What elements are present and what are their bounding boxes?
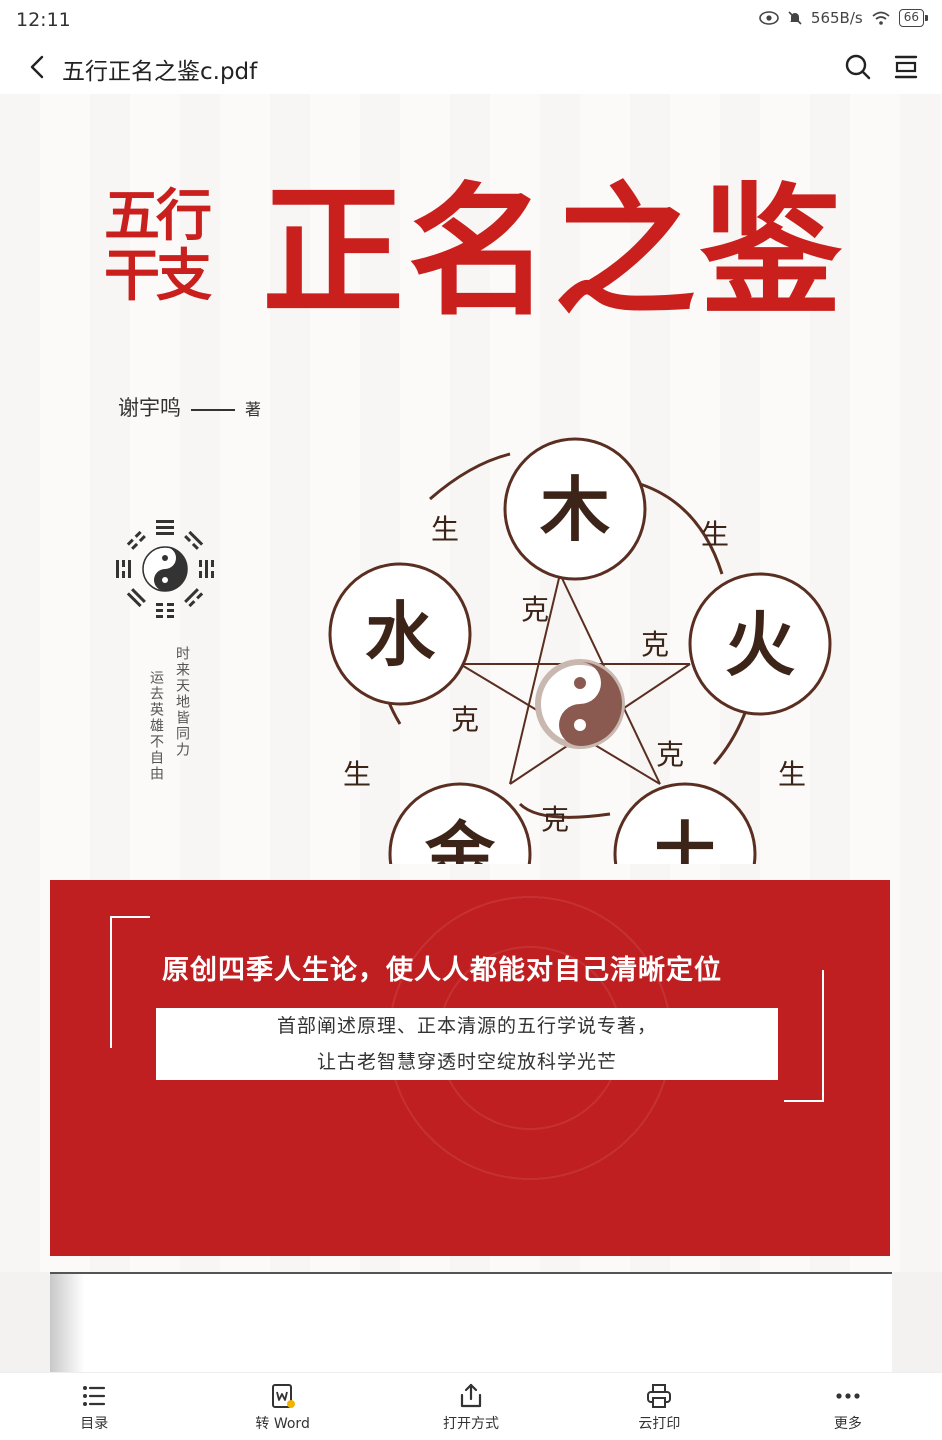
battery-indicator: 66: [898, 9, 929, 27]
band-tagline-1: 首部阐述原理、正本清源的五行学说专著，: [276, 1015, 657, 1037]
band-tagline-2: 让古老智慧穿透时空绽放科学光芒: [316, 1051, 617, 1073]
bracket-right: [784, 970, 824, 1102]
five-elements-diagram: 木 火 土 金 水 生 生 生 生 生 克 克 克 克 克: [328, 437, 832, 864]
element-metal: 金: [424, 813, 496, 864]
cover-title: 正名之鉴: [262, 169, 846, 335]
toc-label: 目录: [80, 1416, 109, 1432]
band-tagline-box: 首部阐述原理、正本清源的五行学说专著， 让古老智慧穿透时空绽放科学光芒: [156, 1008, 778, 1080]
element-wood: 木: [540, 468, 610, 551]
cover-subtitle: 五行 干支: [104, 186, 244, 306]
bagua-yinyang-icon: [116, 520, 214, 618]
word-convert-icon: [271, 1384, 295, 1408]
top-bar: 五行正名之鉴c.pdf: [0, 40, 942, 94]
back-icon[interactable]: [24, 52, 52, 82]
sheng-label-3: 生: [778, 758, 806, 791]
vertical-poem-2: 运去英雄不自由: [148, 670, 164, 782]
sheng-label-2: 生: [701, 518, 729, 551]
vertical-poem-1: 时来天地皆同力: [174, 646, 190, 758]
element-fire: 火: [725, 603, 795, 686]
sheng-label-1: 生: [431, 513, 459, 546]
yinyang-icon: [535, 659, 625, 749]
sheng-label-4: 生: [343, 758, 371, 791]
more-label: 更多: [833, 1416, 862, 1432]
page-layout-icon[interactable]: [892, 53, 920, 81]
toc-button[interactable]: 目录: [0, 1373, 188, 1440]
cloud-print-label: 云打印: [638, 1416, 681, 1432]
document-title: 五行正名之鉴c.pdf: [62, 59, 258, 85]
bracket-left: [110, 916, 150, 1048]
cover-subtitle-line1: 五行: [104, 183, 212, 249]
band-headline: 原创四季人生论，使人人都能对自己清晰定位: [162, 955, 722, 986]
ke-label-2: 克: [641, 628, 669, 661]
convert-word-button[interactable]: 转 Word: [188, 1373, 376, 1440]
ke-label-5: 克: [541, 803, 569, 836]
status-icons: 565B/s 66: [759, 9, 929, 27]
open-with-label: 打开方式: [443, 1416, 500, 1432]
element-water: 水: [365, 593, 436, 676]
pdf-page: 五行 干支 正名之鉴 谢宇鸣著 时来天地皆同力 运去英雄不自由 木 火 土 金 …: [0, 94, 942, 1272]
status-time: 12:11: [16, 9, 71, 31]
author-dash: [191, 408, 235, 411]
ke-label-1: 克: [521, 593, 549, 626]
status-bar: 12:11 565B/s 66: [0, 0, 942, 40]
eye-icon: [759, 11, 779, 25]
convert-word-label: 转 Word: [255, 1416, 310, 1432]
next-pdf-page: [50, 1272, 892, 1372]
cloud-print-button[interactable]: 云打印: [565, 1373, 753, 1440]
wifi-icon: [872, 11, 890, 25]
bottom-toolbar: 目录 转 Word 打开方式 云打印 更多: [0, 1372, 942, 1440]
search-icon[interactable]: [844, 53, 872, 81]
more-icon: [836, 1393, 860, 1399]
element-earth: 土: [650, 813, 720, 864]
mute-bell-icon: [788, 11, 802, 25]
ke-label-4: 克: [656, 738, 684, 771]
sheng-arc-water-wood: [429, 452, 511, 501]
cover-subtitle-line2: 干支: [104, 243, 212, 309]
author-name: 谢宇鸣: [118, 396, 181, 420]
more-button[interactable]: 更多: [754, 1373, 942, 1440]
document-viewer[interactable]: 五行 干支 正名之鉴 谢宇鸣著 时来天地皆同力 运去英雄不自由 木 火 土 金 …: [0, 94, 942, 1372]
author-suffix: 著: [245, 400, 262, 419]
list-icon: [83, 1386, 106, 1406]
promo-band: 原创四季人生论，使人人都能对自己清晰定位 首部阐述原理、正本清源的五行学说专著，…: [50, 880, 890, 1256]
ke-label-3: 克: [451, 703, 479, 736]
net-speed: 565B/s: [810, 9, 863, 27]
share-icon: [460, 1383, 482, 1408]
author-line: 谢宇鸣 著: [118, 392, 261, 422]
open-with-button[interactable]: 打开方式: [377, 1373, 565, 1440]
printer-icon: [647, 1384, 672, 1408]
